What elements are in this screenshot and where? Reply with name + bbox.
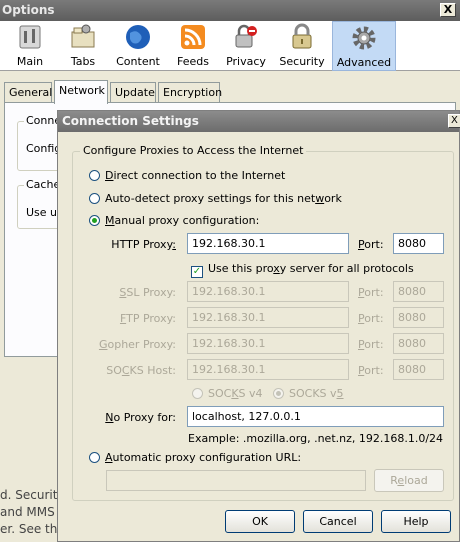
no-proxy-example: Example: .mozilla.org, .net.nz, 192.168.… [188,432,444,445]
help-button[interactable]: Help [381,510,451,533]
ssl-proxy-input[interactable]: 192.168.30.1 [187,281,349,302]
socks-v5-radio[interactable]: SOCKS v5 [273,387,344,400]
http-port-input[interactable]: 8080 [393,233,444,254]
socks-host-input[interactable]: 192.168.30.1 [187,359,349,380]
background-text-line: d. Securit [0,488,58,502]
toolbar-main-button[interactable]: Main [8,21,52,71]
options-title: Options [2,3,55,17]
ftp-port-label: Port: [358,312,384,325]
background-text-line: er. See th [0,522,58,536]
socks-port-label: Port: [358,364,384,377]
checkbox-indicator[interactable]: ✓ [191,266,203,278]
ftp-port-input[interactable]: 8080 [393,307,444,328]
use-same-proxy-checkbox[interactable]: ✓ Use this proxy server for all protocols [191,262,414,278]
ftp-proxy-input[interactable]: 192.168.30.1 [187,307,349,328]
tab-update[interactable]: Update [110,82,156,103]
ssl-proxy-label: SSL Proxy: [119,286,176,299]
gopher-proxy-input[interactable]: 192.168.30.1 [187,333,349,354]
main-icon [19,25,41,49]
radio-indicator[interactable] [89,452,100,463]
options-toolbar: Main Tabs Content Feeds Privacy Security… [0,21,460,71]
cancel-button[interactable]: Cancel [303,510,373,533]
auto-config-url-radio[interactable]: Automatic proxy configuration URL: [89,451,301,464]
toolbar-tabs-label: Tabs [70,55,96,68]
radio-indicator[interactable] [89,193,100,204]
radio-indicator[interactable] [89,215,100,226]
dialog-title: Connection Settings [62,114,199,128]
auto-detect-radio[interactable]: Auto-detect proxy settings for this netw… [89,192,342,205]
socks-port-input[interactable]: 8080 [393,359,444,380]
auto-config-url-input[interactable] [106,470,366,491]
http-port-label: Port: [358,238,384,251]
http-proxy-label: HTTP Proxy: [111,238,176,251]
radio-indicator[interactable] [89,170,100,181]
advanced-icon [352,26,376,50]
toolbar-feeds-button[interactable]: Feeds [172,21,214,71]
toolbar-security-button[interactable]: Security [278,21,326,71]
socks-host-label: SOCKS Host: [106,364,176,377]
tabs-icon [71,24,95,48]
toolbar-feeds-label: Feeds [177,55,209,68]
feeds-icon [181,25,205,49]
dialog-close-button[interactable]: X [448,114,460,128]
ssl-port-input[interactable]: 8080 [393,281,444,302]
toolbar-content-button[interactable]: Content [114,21,162,71]
manual-proxy-radio[interactable]: Manual proxy configuration: [89,214,259,227]
gopher-port-input[interactable]: 8080 [393,333,444,354]
ok-button[interactable]: OK [225,510,295,533]
reload-button[interactable]: Reload [374,469,444,492]
tab-encryption[interactable]: Encryption [158,82,222,103]
toolbar-advanced-button[interactable]: Advanced [332,21,396,71]
connection-settings-dialog: Connection Settings X Configure Proxies … [57,110,460,542]
toolbar-advanced-label: Advanced [336,56,392,69]
security-icon [292,23,312,49]
http-proxy-input[interactable]: 192.168.30.1 [187,233,349,254]
options-title-bar[interactable]: Options X [0,0,460,21]
background-text-line: and MMS [0,505,55,519]
gopher-proxy-label: Gopher Proxy: [98,338,176,351]
toolbar-privacy-label: Privacy [226,55,266,68]
gopher-port-label: Port: [358,338,384,351]
radio-indicator[interactable] [273,388,284,399]
toolbar-main-label: Main [16,55,44,68]
tab-network[interactable]: Network [54,80,108,104]
toolbar-security-label: Security [279,55,325,68]
privacy-icon [235,24,257,48]
configure-text: Config [26,142,62,155]
no-proxy-label: No Proxy for: [105,411,176,424]
no-proxy-input[interactable]: localhost, 127.0.0.1 [187,406,444,427]
options-close-button[interactable]: X [440,3,456,17]
tab-general[interactable]: General [4,82,52,103]
content-icon [126,25,150,49]
toolbar-privacy-button[interactable]: Privacy [224,21,268,71]
toolbar-content-label: Content [116,55,160,68]
radio-indicator[interactable] [192,388,203,399]
toolbar-tabs-button[interactable]: Tabs [62,21,104,71]
ftp-proxy-label: FTP Proxy: [119,312,176,325]
dialog-title-bar[interactable]: Connection Settings [58,111,459,132]
ssl-port-label: Port: [358,286,384,299]
direct-connection-radio[interactable]: Direct connection to the Internet [89,169,285,182]
proxy-group-caption: Configure Proxies to Access the Internet [80,144,307,157]
socks-v4-radio[interactable]: SOCKS v4 [192,387,263,400]
